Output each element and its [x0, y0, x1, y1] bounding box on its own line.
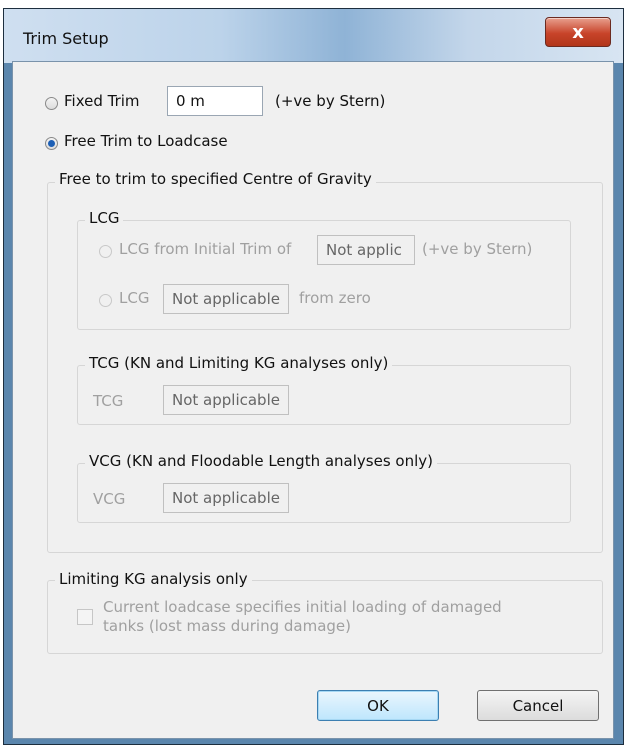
- fixed-trim-input[interactable]: 0 m: [167, 86, 263, 116]
- tcg-label: TCG: [93, 392, 124, 410]
- lcg-label: LCG: [119, 289, 150, 307]
- dialog-window: Trim Setup x Fixed Trim 0 m (+ve by Ster…: [3, 8, 624, 745]
- lcg-from-trim-input[interactable]: Not applic: [317, 235, 415, 265]
- close-button[interactable]: x: [545, 17, 611, 47]
- lcg-from-trim-label: LCG from Initial Trim of: [119, 240, 292, 258]
- vcg-input[interactable]: Not applicable: [163, 483, 289, 513]
- vcg-group: [77, 463, 571, 523]
- free-trim-radio[interactable]: [45, 137, 58, 150]
- lcg-radio[interactable]: [99, 294, 112, 307]
- dialog-client-area: Fixed Trim 0 m (+ve by Stern) Free Trim …: [12, 61, 614, 739]
- ok-button[interactable]: OK: [317, 690, 439, 721]
- title-bar[interactable]: Trim Setup x: [4, 9, 623, 63]
- ok-button-label: OK: [367, 696, 389, 715]
- tcg-input[interactable]: Not applicable: [163, 385, 289, 415]
- initial-loading-label-line1: Current loadcase specifies initial loadi…: [103, 598, 502, 616]
- fixed-trim-radio[interactable]: [45, 97, 58, 110]
- lcg-input[interactable]: Not applicable: [163, 284, 289, 314]
- tcg-group: [77, 365, 571, 425]
- vcg-group-title: VCG (KN and Floodable Length analyses on…: [85, 452, 437, 470]
- fixed-trim-note: (+ve by Stern): [275, 92, 386, 110]
- initial-loading-checkbox[interactable]: [77, 609, 93, 625]
- fixed-trim-label[interactable]: Fixed Trim: [64, 92, 140, 110]
- cancel-button[interactable]: Cancel: [477, 690, 599, 721]
- close-icon: x: [572, 21, 584, 43]
- vcg-label: VCG: [93, 490, 126, 508]
- lcg-group-title: LCG: [85, 209, 124, 227]
- free-trim-label[interactable]: Free Trim to Loadcase: [64, 132, 228, 150]
- tcg-group-title: TCG (KN and Limiting KG analyses only): [85, 354, 393, 372]
- initial-loading-label-line2: tanks (lost mass during damage): [103, 617, 351, 635]
- limiting-kg-group-title: Limiting KG analysis only: [55, 570, 252, 588]
- window-title: Trim Setup: [23, 29, 109, 48]
- lcg-note: from zero: [299, 289, 371, 307]
- lcg-from-trim-radio[interactable]: [99, 245, 112, 258]
- lcg-from-trim-note: (+ve by Stern): [422, 240, 533, 258]
- cog-group-title: Free to trim to specified Centre of Grav…: [55, 170, 376, 188]
- cancel-button-label: Cancel: [512, 696, 564, 715]
